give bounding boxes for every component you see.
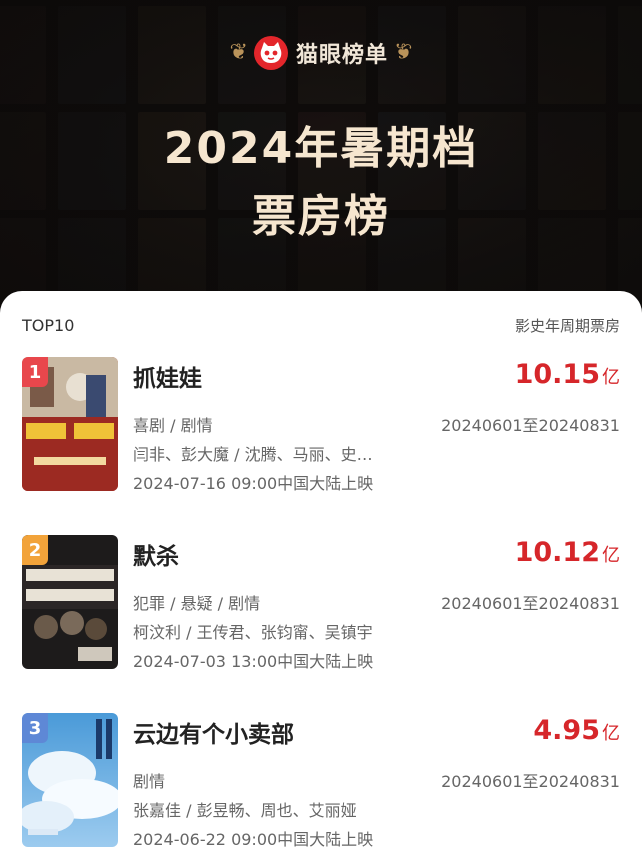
top10-label: TOP10 — [22, 316, 75, 335]
movie-row[interactable]: 3 云边有个小卖部 4.95 亿 剧情 20240601至20240831 张嘉… — [0, 713, 642, 850]
movie-cast: 张嘉佳 / 彭昱畅、周也、艾丽娅 — [133, 801, 357, 820]
ranking-panel: TOP10 影史年周期票房 1 抓娃娃 10.15 亿 喜剧 / 剧情 2024… — [0, 291, 642, 850]
movie-release: 2024-06-22 09:00中国大陆上映 — [133, 830, 374, 849]
box-office-number: 4.95 — [533, 715, 600, 746]
rank-badge: 2 — [22, 535, 48, 565]
movie-row[interactable]: 2 默杀 10.12 亿 犯罪 / 悬疑 / 剧情 20240601至20240… — [0, 535, 642, 675]
box-office-value: 10.15 亿 — [515, 359, 620, 390]
box-office-unit: 亿 — [602, 367, 620, 388]
box-office-unit: 亿 — [602, 545, 620, 566]
stat-period: 20240601至20240831 — [441, 772, 620, 791]
box-office-number: 10.12 — [514, 537, 600, 568]
page-title-line1: 2024年暑期档 — [163, 123, 479, 174]
movie-title[interactable]: 云边有个小卖部 — [133, 715, 294, 749]
stat-period: 20240601至20240831 — [441, 416, 620, 435]
movie-title[interactable]: 抓娃娃 — [133, 359, 202, 393]
movie-poster[interactable]: 1 — [22, 357, 118, 491]
movie-cast: 柯汶利 / 王传君、张钧甯、吴镇宇 — [133, 623, 373, 642]
movie-row[interactable]: 1 抓娃娃 10.15 亿 喜剧 / 剧情 20240601至20240831 … — [0, 357, 642, 497]
box-office-number: 10.15 — [514, 359, 600, 390]
rank-badge: 3 — [22, 713, 48, 743]
brand-name: 猫眼榜单 — [295, 43, 388, 68]
movie-poster[interactable]: 3 — [22, 713, 118, 847]
brand-bar: ❦ 猫眼榜单 ❦ — [0, 36, 642, 70]
movie-title[interactable]: 默杀 — [133, 537, 179, 571]
movie-release: 2024-07-16 09:00中国大陆上映 — [133, 474, 374, 493]
movie-genre: 剧情 — [133, 772, 166, 791]
box-office-value: 4.95 亿 — [533, 715, 620, 746]
stat-period: 20240601至20240831 — [441, 594, 620, 613]
period-box-office-label: 影史年周期票房 — [514, 317, 620, 335]
header-banner: ❦ 猫眼榜单 ❦ 2024年暑期档 票房榜 — [0, 0, 642, 310]
movie-genre: 犯罪 / 悬疑 / 剧情 — [133, 594, 261, 613]
movie-release: 2024-07-03 13:00中国大陆上映 — [133, 652, 374, 671]
laurel-left-icon: ❦ — [229, 40, 248, 65]
page-title-line2: 票房榜 — [252, 191, 390, 242]
laurel-right-icon: ❦ — [394, 40, 413, 65]
rank-badge: 1 — [22, 357, 48, 387]
list-header: TOP10 影史年周期票房 — [22, 315, 620, 336]
movie-cast: 闫非、彭大魔 / 沈腾、马丽、史… — [133, 445, 373, 464]
box-office-value: 10.12 亿 — [515, 537, 620, 568]
movie-poster[interactable]: 2 — [22, 535, 118, 669]
box-office-unit: 亿 — [602, 723, 620, 744]
movie-genre: 喜剧 / 剧情 — [133, 416, 213, 435]
maoyan-cat-logo-icon — [253, 36, 288, 70]
